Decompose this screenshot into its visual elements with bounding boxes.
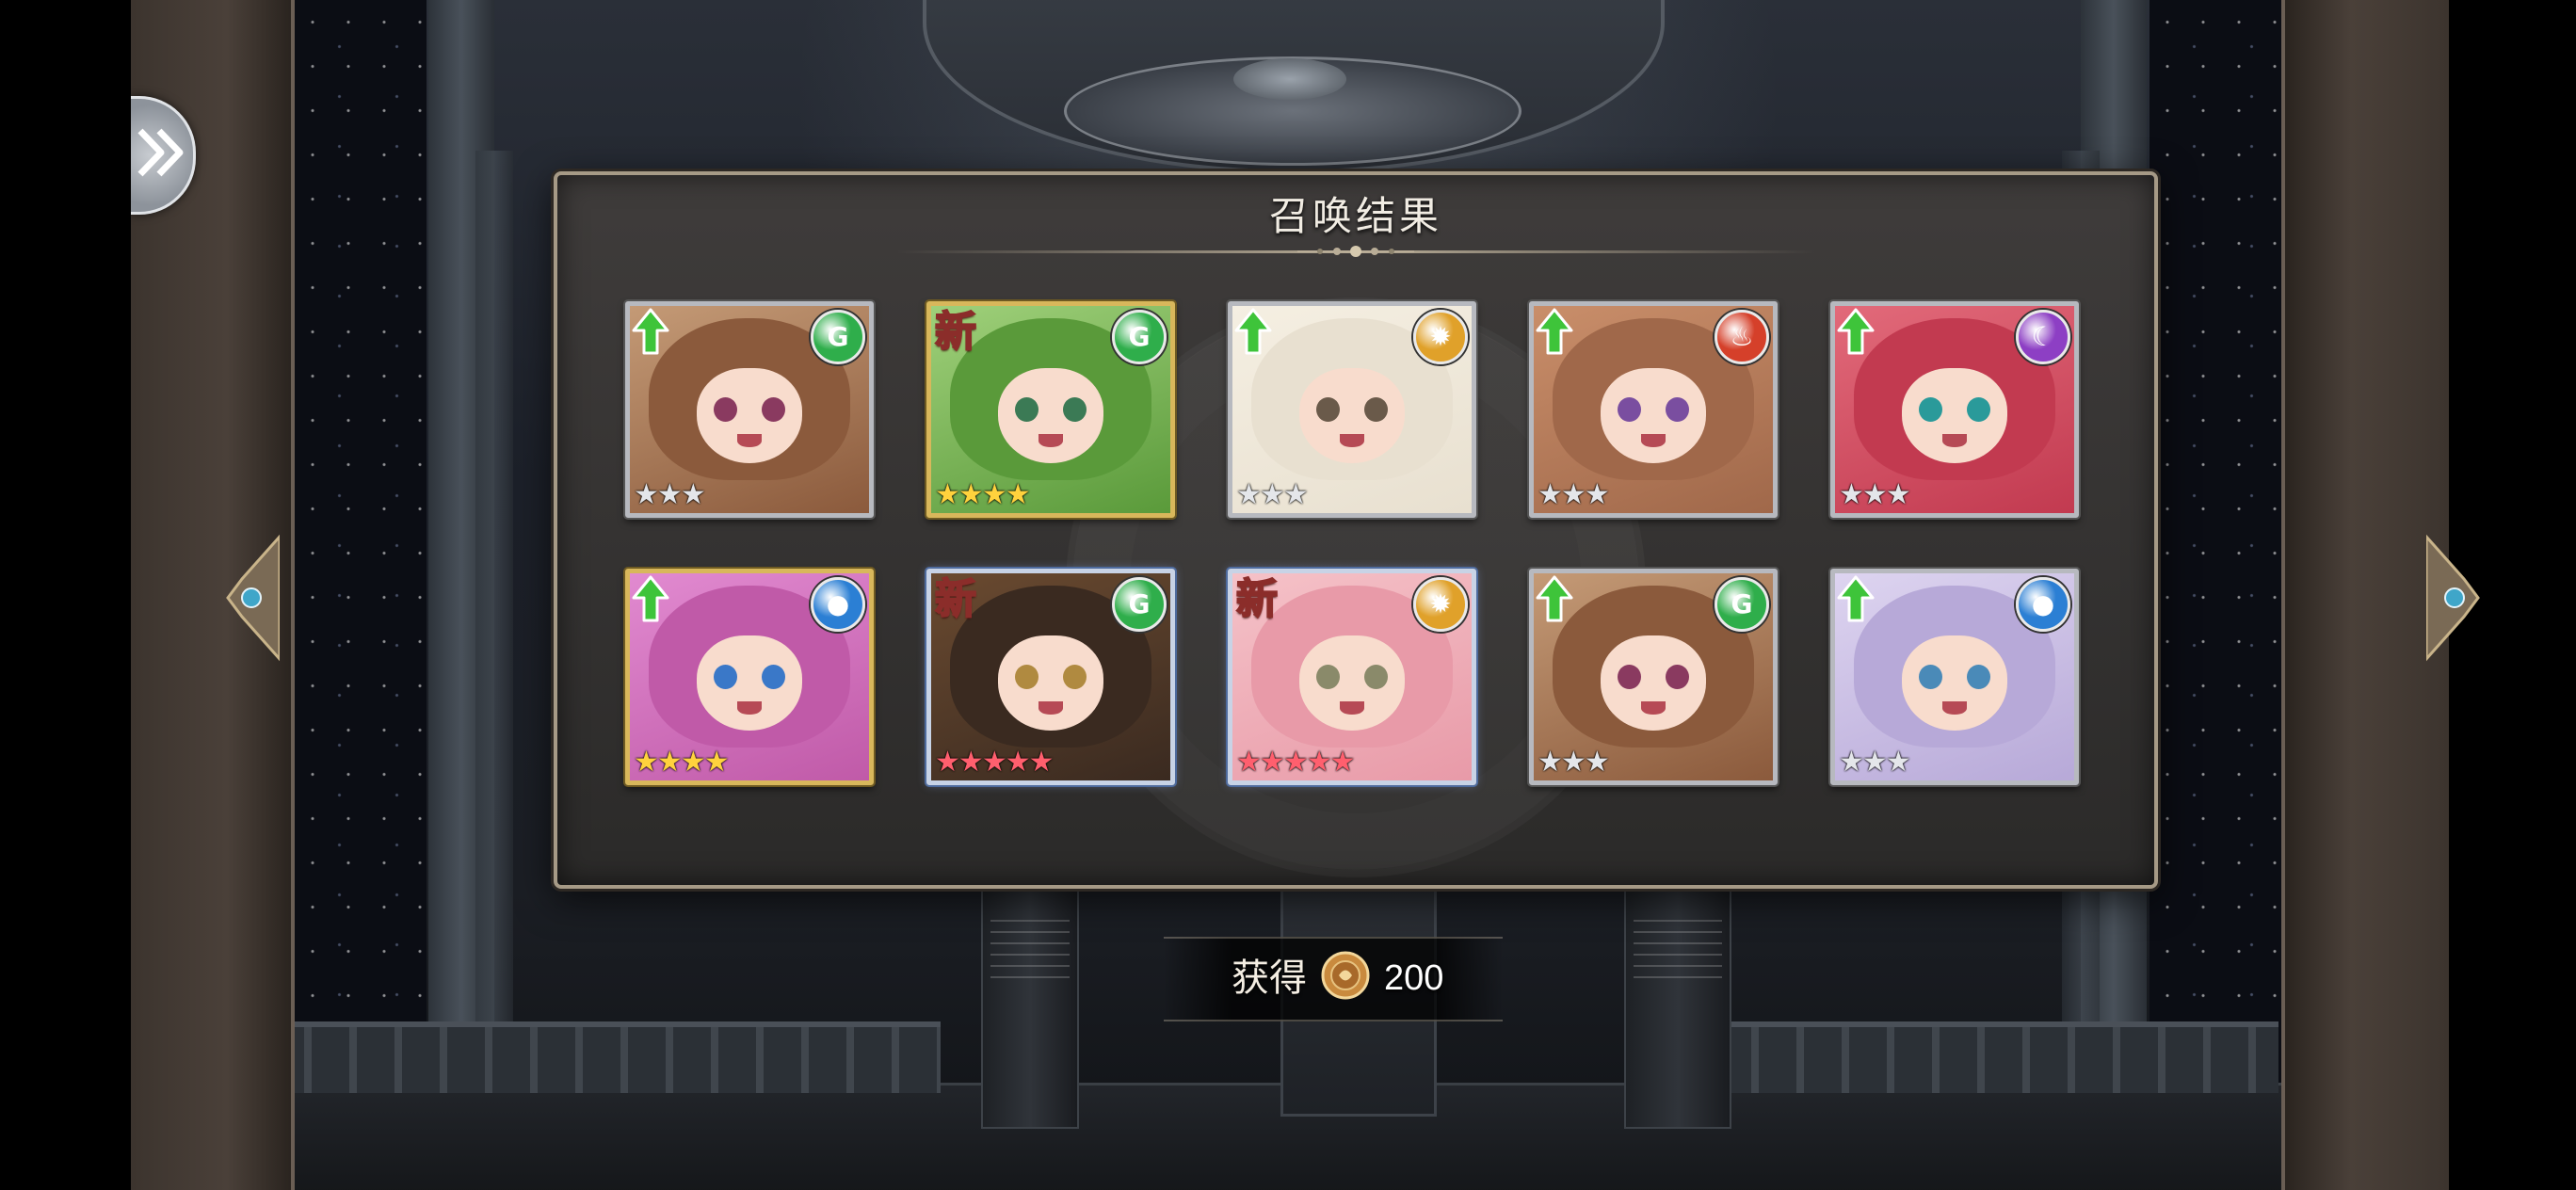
star-icon: ★ <box>1584 746 1610 779</box>
summon-result-dialog: 召唤结果 G ★★★ 新 G ★★★★ ✹ ★★★ ♨ ★★★ ☾ ★★★ ● ★★★★ 新 G ★★★★★ 新… <box>554 171 2158 889</box>
rarity-stars: ★★★ <box>1236 478 1309 511</box>
upgrade-arrow-icon <box>1536 575 1573 622</box>
star-icon: ★ <box>680 478 706 511</box>
rarity-stars: ★★★ <box>1538 746 1610 779</box>
star-icon: ★ <box>1236 746 1262 779</box>
star-icon: ★ <box>1306 746 1332 779</box>
summon-card[interactable]: ● ★★★ <box>1830 569 2079 785</box>
rarity-stars: ★★★ <box>1538 478 1610 511</box>
star-icon: ★ <box>1282 746 1309 779</box>
summon-card[interactable]: 新 ✹ ★★★★★ <box>1228 569 1476 785</box>
star-icon: ★ <box>1861 746 1888 779</box>
upgrade-arrow-icon <box>632 575 669 622</box>
star-icon: ★ <box>958 746 984 779</box>
upgrade-arrow-icon <box>1536 308 1573 355</box>
ornament-gem-icon-right <box>2426 534 2480 662</box>
star-icon: ★ <box>680 746 706 779</box>
side-panel-right <box>2281 0 2449 1190</box>
double-chevron-right-icon <box>137 128 184 177</box>
star-icon: ★ <box>634 478 659 511</box>
light-element-icon: ✹ <box>1413 577 1468 632</box>
ornament-gem-icon-left <box>226 534 280 662</box>
star-icon: ★ <box>1839 746 1864 779</box>
reward-banner: 获得 200 <box>1164 937 1503 1021</box>
water-element-icon: ● <box>2016 577 2070 632</box>
wind-element-icon: G <box>811 310 865 364</box>
new-badge: 新 <box>934 574 977 624</box>
star-icon: ★ <box>703 746 730 779</box>
star-icon: ★ <box>1861 478 1888 511</box>
summon-card[interactable]: ♨ ★★★ <box>1529 301 1778 518</box>
wind-element-icon: G <box>1715 577 1769 632</box>
reward-label: 获得 <box>1232 957 1307 1000</box>
title-ornament-icon <box>1297 246 1414 257</box>
balustrade-right <box>1648 1021 2278 1093</box>
coin-icon <box>1321 951 1370 1000</box>
star-icon: ★ <box>1028 746 1055 779</box>
star-icon: ★ <box>981 746 1007 779</box>
inscribed-monolith-left <box>981 890 1079 1129</box>
summon-card[interactable]: G ★★★ <box>1529 569 1778 785</box>
water-element-icon: ● <box>811 577 865 632</box>
star-icon: ★ <box>1560 478 1586 511</box>
inscribed-monolith-right <box>1624 890 1731 1129</box>
upgrade-arrow-icon <box>632 308 669 355</box>
star-icon: ★ <box>634 746 659 779</box>
star-icon: ★ <box>1885 478 1911 511</box>
star-icon: ★ <box>656 478 683 511</box>
summon-card[interactable]: G ★★★ <box>625 301 874 518</box>
rarity-stars: ★★★★ <box>634 746 730 779</box>
star-icon: ★ <box>1329 746 1356 779</box>
rarity-stars: ★★★★★ <box>935 746 1055 779</box>
rarity-stars: ★★★★ <box>935 478 1031 511</box>
upgrade-arrow-icon <box>1837 308 1875 355</box>
upgrade-arrow-icon <box>1234 308 1272 355</box>
upgrade-arrow-icon <box>1837 575 1875 622</box>
star-icon: ★ <box>1259 478 1285 511</box>
new-badge: 新 <box>934 307 977 357</box>
star-icon: ★ <box>1885 746 1911 779</box>
pillar-left-inner <box>475 151 513 1130</box>
game-screen: 召唤结果 G ★★★ 新 G ★★★★ ✹ ★★★ ♨ ★★★ ☾ ★★★ ● ★★★★ 新 G ★★★★★ 新… <box>0 0 2576 1190</box>
letterbox-left <box>0 0 131 1190</box>
new-badge: 新 <box>1235 574 1279 624</box>
wind-element-icon: G <box>1112 577 1167 632</box>
star-icon: ★ <box>1560 746 1586 779</box>
summon-card[interactable]: ☾ ★★★ <box>1830 301 2079 518</box>
balustrade-left <box>291 1021 941 1093</box>
rarity-stars: ★★★ <box>1839 746 1911 779</box>
summon-card[interactable]: 新 G ★★★★★ <box>926 569 1175 785</box>
summon-card[interactable]: ● ★★★★ <box>625 569 874 785</box>
light-element-icon: ✹ <box>1413 310 1468 364</box>
dialog-title: 召唤结果 <box>1268 193 1442 239</box>
star-icon: ★ <box>958 478 984 511</box>
summon-card[interactable]: 新 G ★★★★ <box>926 301 1175 518</box>
dark-element-icon: ☾ <box>2016 310 2070 364</box>
summon-card[interactable]: ✹ ★★★ <box>1228 301 1476 518</box>
star-icon: ★ <box>1005 746 1031 779</box>
star-icon: ★ <box>1282 478 1309 511</box>
starfield-right <box>2149 0 2281 1190</box>
dome-lamp <box>1233 58 1346 100</box>
star-icon: ★ <box>1259 746 1285 779</box>
fire-element-icon: ♨ <box>1715 310 1769 364</box>
star-icon: ★ <box>1538 746 1563 779</box>
reward-value: 200 <box>1384 958 1444 998</box>
rarity-stars: ★★★★★ <box>1236 746 1356 779</box>
star-icon: ★ <box>1584 478 1610 511</box>
star-icon: ★ <box>981 478 1007 511</box>
star-icon: ★ <box>1839 478 1864 511</box>
star-icon: ★ <box>1005 478 1031 511</box>
starfield-left <box>295 0 427 1190</box>
star-icon: ★ <box>935 746 960 779</box>
wind-element-icon: G <box>1112 310 1167 364</box>
star-icon: ★ <box>656 746 683 779</box>
star-icon: ★ <box>1236 478 1262 511</box>
rarity-stars: ★★★ <box>634 478 706 511</box>
star-icon: ★ <box>1538 478 1563 511</box>
rarity-stars: ★★★ <box>1839 478 1911 511</box>
star-icon: ★ <box>935 478 960 511</box>
